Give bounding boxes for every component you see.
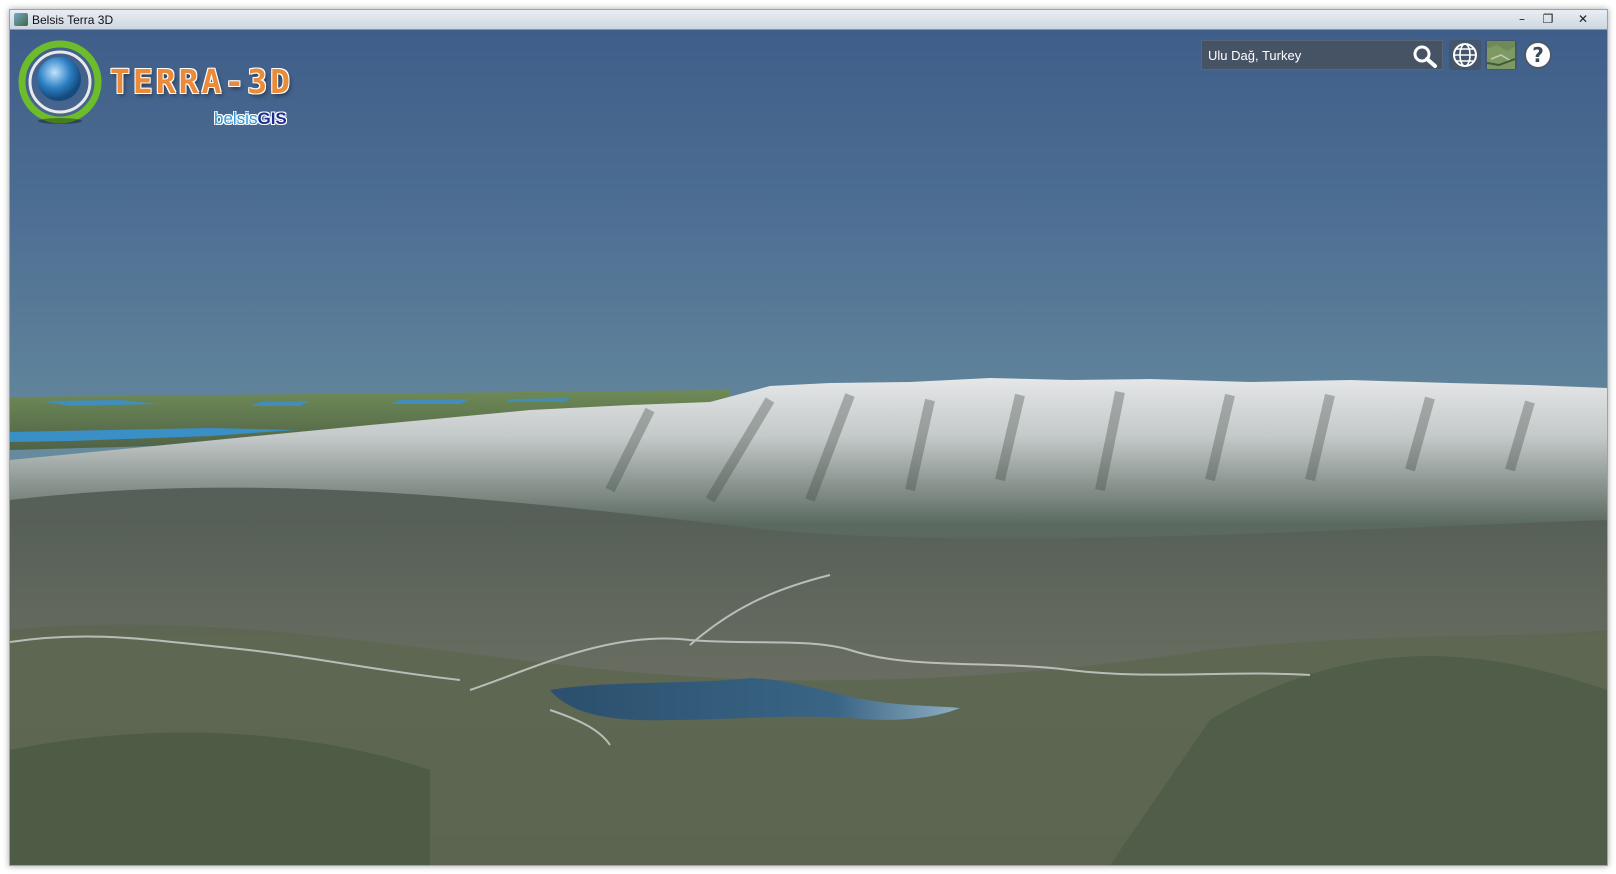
terra-3d-logo: TERRA-3D belsisGIS [14, 36, 314, 146]
imagery-layer-button[interactable] [1485, 40, 1517, 70]
close-button[interactable]: ✕ [1561, 10, 1605, 27]
help-button[interactable]: ? [1524, 41, 1552, 69]
window-title: Belsis Terra 3D [32, 13, 114, 27]
search-button[interactable] [1412, 44, 1438, 68]
globe-logo-icon [18, 40, 102, 124]
imagery-thumbnail-icon [1487, 41, 1515, 69]
logo-subtitle-gis: GIS [257, 109, 287, 128]
location-search [1201, 40, 1443, 70]
title-bar[interactable]: Belsis Terra 3D – ❐ ✕ [10, 10, 1607, 30]
search-icon [1413, 45, 1437, 68]
globe-view-button[interactable] [1449, 40, 1481, 70]
window-controls: – ❐ ✕ [1509, 10, 1605, 29]
logo-subtitle: belsisGIS [214, 109, 287, 129]
terrain-scene [10, 378, 1607, 865]
app-window: Belsis Terra 3D – ❐ ✕ TERRA-3D belsisGIS… [9, 9, 1608, 866]
search-input[interactable] [1206, 44, 1406, 66]
logo-wordmark: TERRA-3D [110, 62, 293, 101]
app-icon [14, 13, 28, 26]
minimize-button[interactable]: – [1509, 10, 1535, 27]
globe-icon [1453, 43, 1477, 67]
logo-subtitle-belsis: belsis [214, 109, 258, 128]
restore-button[interactable]: ❐ [1535, 10, 1561, 27]
map-viewport-3d[interactable]: TERRA-3D belsisGIS Ulu Dağ, Turkey ? [10, 30, 1607, 865]
